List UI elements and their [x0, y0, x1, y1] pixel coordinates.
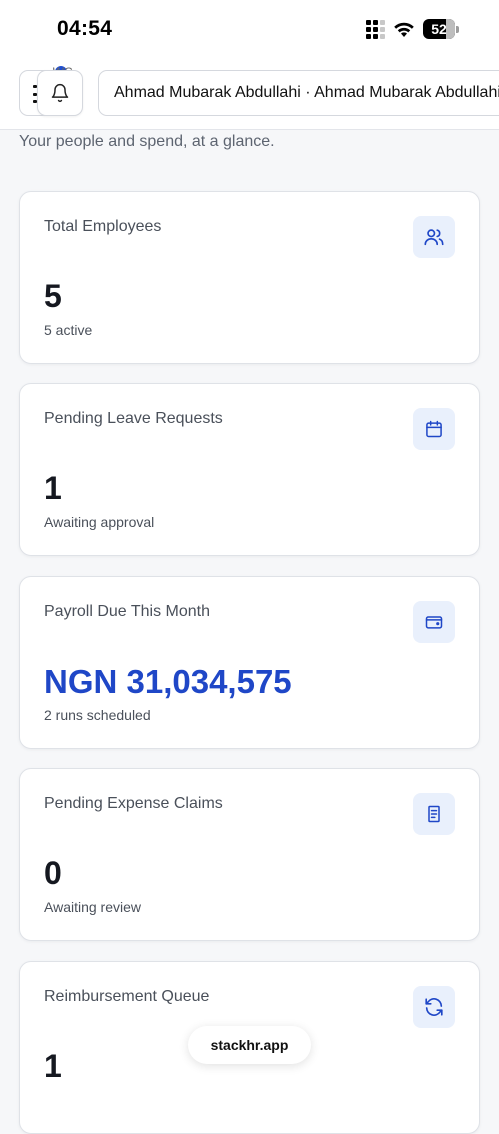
- page-subtitle: Your people and spend, at a glance.: [19, 133, 275, 150]
- stat-card-note: 2 runs scheduled: [44, 707, 151, 723]
- stat-card-total-employees[interactable]: Total Employees 5 5 active: [19, 191, 480, 364]
- status-bar: 04:54 52: [0, 0, 499, 62]
- stat-card-pending-leave[interactable]: Pending Leave Requests 1 Awaiting approv…: [19, 383, 480, 556]
- wallet-icon: [425, 616, 443, 629]
- battery-icon: 52: [423, 19, 459, 39]
- stat-card-value: 1: [44, 470, 62, 506]
- users-icon: [424, 229, 444, 246]
- stat-card-icon-box: [413, 601, 455, 643]
- stat-card-value: 1: [44, 1048, 62, 1084]
- app-header: WC Ahmad Mubarak Abdullahi · Ahmad Mubar…: [0, 62, 499, 130]
- stat-card-label: Total Employees: [44, 218, 162, 235]
- stat-card-pending-expenses[interactable]: Pending Expense Claims 0 Awaiting review: [19, 768, 480, 941]
- stat-card-value: NGN 31,034,575: [44, 663, 292, 700]
- stat-card-value: 5: [44, 278, 62, 314]
- stat-card-note: Awaiting review: [44, 899, 142, 915]
- stat-card-payroll-due[interactable]: Payroll Due This Month NGN 31,034,575 2 …: [19, 576, 480, 749]
- stat-card-label: Reimbursement Queue: [44, 988, 210, 1005]
- receipt-icon: [428, 805, 440, 823]
- stat-card-icon-box: [413, 216, 455, 258]
- stat-card-icon-box: [413, 793, 455, 835]
- stat-card-label: Payroll Due This Month: [44, 603, 210, 620]
- stat-card-icon-box: [413, 408, 455, 450]
- cellular-signal-icon: [366, 19, 385, 39]
- status-icons: 52: [366, 19, 459, 39]
- wifi-icon: [394, 22, 414, 37]
- stat-card-label: Pending Expense Claims: [44, 795, 223, 812]
- stat-card-note: 5 active: [44, 322, 93, 338]
- refresh-icon: [425, 998, 443, 1016]
- user-switcher[interactable]: Ahmad Mubarak Abdullahi · Ahmad Mubarak …: [98, 70, 499, 116]
- battery-percent: 52: [431, 21, 447, 37]
- status-time: 04:54: [57, 17, 113, 40]
- browser-url-text: stackhr.app: [210, 1037, 289, 1053]
- calendar-icon: [426, 420, 442, 438]
- stat-card-note: Awaiting approval: [44, 514, 155, 530]
- stat-card-icon-box: [413, 986, 455, 1028]
- bell-icon: [51, 83, 69, 103]
- stat-card-label: Pending Leave Requests: [44, 410, 223, 427]
- stat-card-value: 0: [44, 855, 62, 891]
- user-switcher-label: Ahmad Mubarak Abdullahi · Ahmad Mubarak …: [114, 84, 499, 101]
- browser-url-pill[interactable]: stackhr.app: [188, 1026, 311, 1064]
- notifications-button[interactable]: [37, 70, 83, 116]
